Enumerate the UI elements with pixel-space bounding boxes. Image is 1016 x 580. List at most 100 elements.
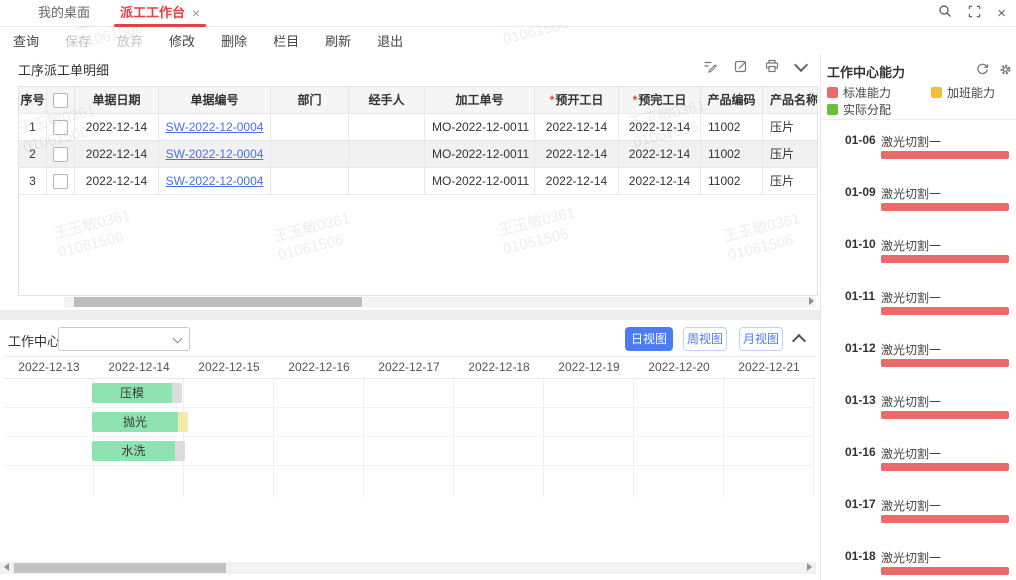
collapse-grid-icon[interactable] [796,63,806,70]
scroll-right-arrow-icon[interactable] [807,563,812,571]
gantt-date-label: 2022-12-19 [544,357,634,378]
column-header: 加工单号 [425,87,535,114]
gantt-grid: 压模抛光水洗 [4,379,814,497]
capacity-item-name: 激光切割一 [881,549,941,566]
scroll-right-arrow-icon[interactable] [809,297,814,305]
gear-icon[interactable] [999,63,1012,76]
refresh-icon[interactable] [976,63,989,76]
table-cell: 2022-12-14 [75,168,159,195]
gantt-task-label: 水洗 [92,441,175,461]
tab-label: 派工工作台 [120,0,185,26]
toolbar-item[interactable]: 退出 [364,31,416,50]
capacity-item-code: 01-12 [845,341,876,355]
maximize-icon[interactable] [968,5,981,23]
edit-square-icon[interactable] [734,59,748,73]
select-all-cell [47,87,75,114]
row-checkbox[interactable] [53,174,68,189]
gantt-body: 压模抛光水洗 [4,379,816,561]
capacity-item-name: 激光切割一 [881,133,941,150]
capacity-bar [881,255,1009,263]
capacity-bar [881,567,1009,575]
work-center-select[interactable] [58,327,190,351]
table-cell: MO-2022-12-0011 [425,114,535,141]
search-icon[interactable] [938,4,952,23]
scrollbar-track[interactable] [64,297,816,307]
table-row[interactable]: 32022-12-14SW-2022-12-0004MO-2022-12-001… [19,168,818,195]
row-checkbox[interactable] [53,147,68,162]
column-header: 单据编号 [159,87,271,114]
legend-swatch [827,87,838,98]
view-button[interactable]: 月视图 [739,327,783,351]
table-row[interactable]: 12022-12-14SW-2022-12-0004MO-2022-12-001… [19,114,818,141]
doc-no-link[interactable]: SW-2022-12-0004 [166,147,264,161]
table-cell: 1 [19,114,47,141]
table-cell [349,141,425,168]
capacity-bar [881,463,1009,471]
doc-no-link[interactable]: SW-2022-12-0004 [166,120,264,134]
table-cell: 2022-12-14 [619,141,701,168]
gantt-date-label: 2022-12-15 [184,357,274,378]
capacity-item-code: 01-18 [845,549,876,563]
scroll-left-arrow-icon[interactable] [4,563,9,571]
capacity-item: 01-09激光切割一 [821,172,1016,224]
required-mark: * [550,93,555,107]
gantt-row: 抛光 [4,408,814,437]
gantt-task-bar[interactable]: 压模 [92,383,182,403]
capacity-list: 01-06激光切割一01-09激光切割一01-10激光切割一01-11激光切割一… [821,119,1016,580]
batch-edit-icon[interactable] [703,59,717,73]
view-button[interactable]: 周视图 [683,327,727,351]
select-all-checkbox[interactable] [53,93,68,108]
toolbar-item[interactable]: 放弃 [104,31,156,50]
close-window-icon[interactable]: × [997,6,1006,21]
row-checkbox[interactable] [53,120,68,135]
capacity-item-name: 激光切割一 [881,185,941,202]
gantt-row: 压模 [4,379,814,408]
tab-dispatch-workbench[interactable]: 派工工作台 × [120,0,200,27]
view-button[interactable]: 日视图 [625,327,673,351]
toolbar-item[interactable]: 查询 [0,31,52,50]
gantt-task-tail [175,441,185,461]
table-cell: 11002 [701,114,763,141]
toolbar-item[interactable]: 刷新 [312,31,364,50]
capacity-bar [881,307,1009,315]
capacity-item: 01-10激光切割一 [821,224,1016,276]
capacity-bar [881,151,1009,159]
table-row[interactable]: 22022-12-14SW-2022-12-0004MO-2022-12-001… [19,141,818,168]
gantt-date-label: 2022-12-13 [4,357,94,378]
toolbar-item[interactable]: 栏目 [260,31,312,50]
tab-bar: 我的桌面 派工工作台 × × [0,0,1016,27]
toolbar-item[interactable]: 修改 [156,31,208,50]
table-cell: 2022-12-14 [535,168,619,195]
scrollbar-thumb[interactable] [74,297,362,307]
table-cell [47,114,75,141]
pane-splitter[interactable] [0,310,820,320]
gantt-date-label: 2022-12-18 [454,357,544,378]
table-cell [349,168,425,195]
close-tab-icon[interactable]: × [192,0,200,26]
column-header: 部门 [271,87,349,114]
capacity-item: 01-06激光切割一 [821,120,1016,172]
legend-item: 实际分配 [827,101,891,118]
column-header: 产品名称 [763,87,818,114]
doc-no-link[interactable]: SW-2022-12-0004 [166,174,264,188]
capacity-panel: 工作中心能力 标准能力加班能力实际分配 01-06激光切割一01-09激光切割一… [820,53,1016,580]
capacity-item: 01-13激光切割一 [821,380,1016,432]
detail-grid: 序号单据日期单据编号部门经手人加工单号*预开工日*预完工日产品编码产品名称 12… [18,86,818,296]
gantt-task-label: 压模 [92,383,172,403]
toolbar-item[interactable]: 删除 [208,31,260,50]
table-cell [47,168,75,195]
collapse-gantt-icon[interactable] [792,334,806,348]
column-header: *预开工日 [535,87,619,114]
gantt-task-bar[interactable]: 抛光 [92,412,188,432]
gantt-task-bar[interactable]: 水洗 [92,441,185,461]
capacity-item-name: 激光切割一 [881,237,941,254]
printer-icon[interactable] [765,59,779,73]
capacity-item: 01-18 激光切割一 [821,536,1016,580]
table-cell: 3 [19,168,47,195]
table-cell: 压片 [763,114,818,141]
gantt-task-tail [172,383,182,403]
scrollbar-thumb[interactable] [14,563,226,573]
toolbar-item[interactable]: 保存 [52,31,104,50]
capacity-bar [881,411,1009,419]
tab-my-desktop[interactable]: 我的桌面 [38,0,90,27]
